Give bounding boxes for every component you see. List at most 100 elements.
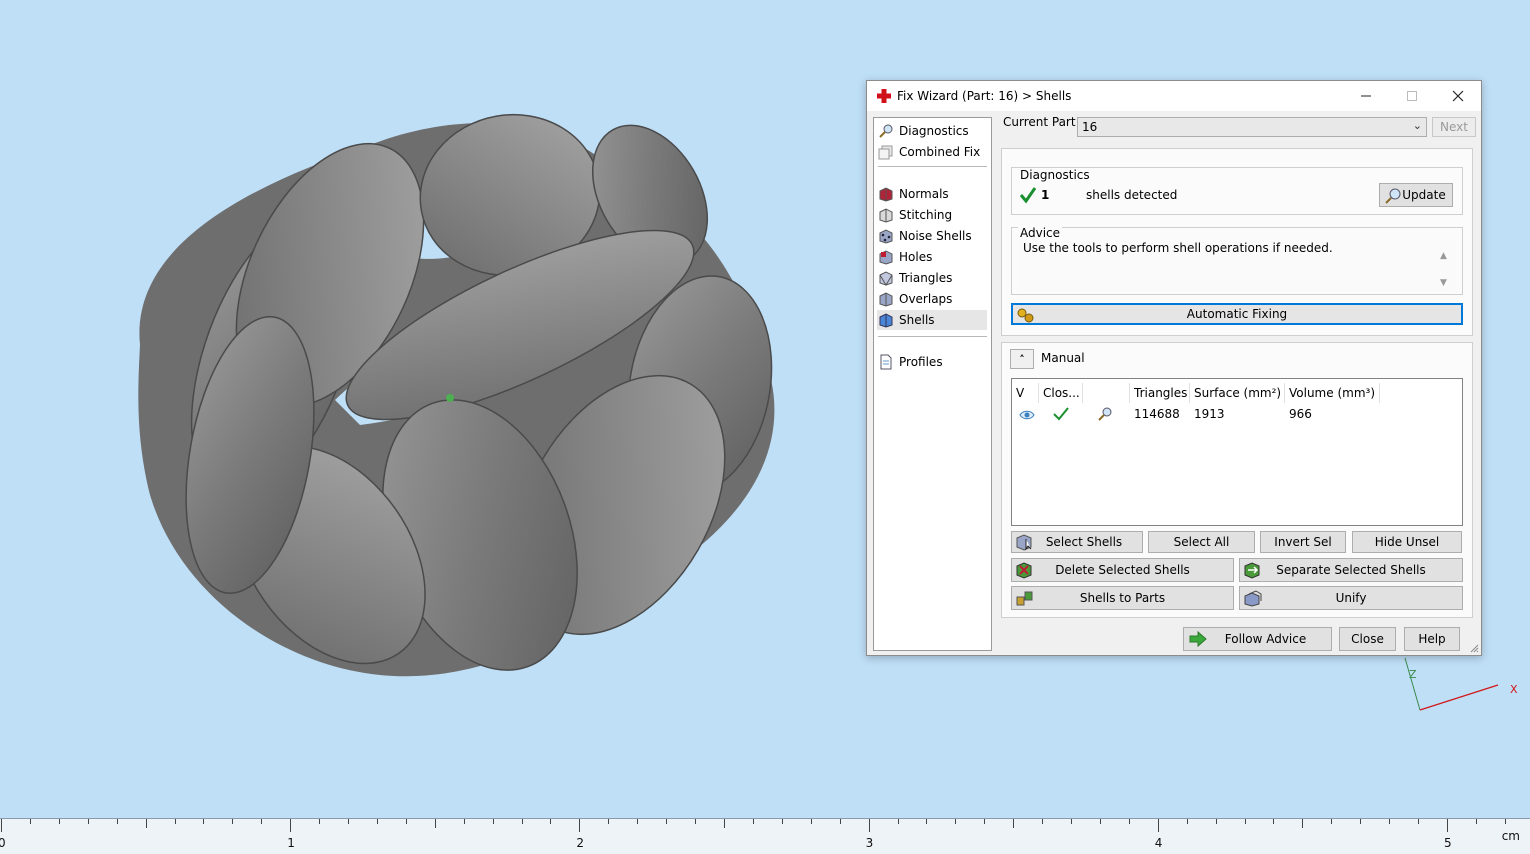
automatic-fixing-label: Automatic Fixing — [1186, 307, 1288, 321]
nav-item-shells[interactable]: Shells — [877, 310, 987, 330]
help-button[interactable]: Help — [1404, 627, 1460, 651]
ruler-tick — [839, 819, 841, 824]
col-header-volume[interactable]: Volume (mm³) — [1285, 383, 1380, 403]
nav-label: Normals — [899, 187, 949, 201]
select-all-button[interactable]: Select All — [1148, 531, 1255, 553]
fix-wizard-dialog: Fix Wizard (Part: 16) > Shells Diagnosti… — [866, 80, 1482, 656]
cell-triangles: 114688 — [1134, 407, 1180, 421]
nav-item-noise-shells[interactable]: Noise Shells — [877, 226, 987, 246]
ruler-label: 2 — [576, 836, 585, 850]
eye-icon[interactable] — [1019, 406, 1035, 424]
nav-item-stitching[interactable]: Stitching — [877, 205, 987, 225]
resize-grip-icon[interactable] — [1469, 643, 1479, 653]
ruler-tick — [203, 819, 205, 824]
nav-item-normals[interactable]: Normals — [877, 184, 987, 204]
automatic-fixing-button[interactable]: Automatic Fixing — [1011, 303, 1463, 325]
chevron-up-icon: ˄ — [1019, 352, 1025, 366]
ruler-tick — [58, 819, 60, 824]
col-header-closed[interactable]: Clos... — [1039, 383, 1083, 403]
col-header-triangles[interactable]: Triangles — [1130, 383, 1190, 403]
ring-model[interactable] — [100, 95, 790, 695]
follow-advice-label: Follow Advice — [1224, 632, 1307, 646]
ruler-tick — [1389, 819, 1391, 824]
shells-to-parts-button[interactable]: Shells to Parts — [1011, 586, 1234, 610]
check-icon — [1019, 187, 1037, 204]
ruler-tick — [1360, 819, 1362, 824]
select-shells-button[interactable]: Select Shells — [1011, 531, 1143, 553]
nav-label: Noise Shells — [899, 229, 972, 243]
nav-item-overlaps[interactable]: Overlaps — [877, 289, 987, 309]
ruler-tick — [145, 819, 147, 828]
close-window-button[interactable] — [1435, 81, 1481, 111]
ruler-tick — [405, 819, 407, 824]
invert-sel-button[interactable]: Invert Sel — [1260, 531, 1346, 553]
axis-triad: X Z — [1404, 657, 1518, 711]
ruler-tick — [724, 819, 725, 828]
col-header-surface[interactable]: Surface (mm²) — [1190, 383, 1285, 403]
select-shells-icon — [1016, 534, 1032, 551]
ruler-tick — [290, 819, 292, 832]
shells-table[interactable]: V Clos... Triangles Surface (mm²) Volume… — [1011, 378, 1463, 526]
nav-separator — [878, 166, 987, 167]
ruler-tick — [116, 819, 118, 824]
ruler-tick — [376, 819, 378, 824]
current-part-select[interactable]: 16 ⌄ — [1077, 117, 1427, 137]
profiles-icon — [877, 353, 895, 371]
maximize-button[interactable] — [1389, 81, 1435, 111]
col-header-v[interactable]: V — [1012, 383, 1039, 403]
nav-label: Diagnostics — [899, 124, 969, 138]
unify-button[interactable]: Unify — [1239, 586, 1463, 610]
close-button[interactable]: Close — [1339, 627, 1396, 651]
hide-unsel-button[interactable]: Hide Unsel — [1352, 531, 1462, 553]
shells-icon — [877, 311, 895, 329]
nav-label: Combined Fix — [899, 145, 981, 159]
col-header-blank[interactable] — [1083, 383, 1130, 403]
ruler-tick — [1504, 819, 1506, 824]
ruler-tick — [1215, 819, 1217, 824]
update-button[interactable]: Update — [1379, 183, 1453, 207]
chevron-down-icon: ⌄ — [1412, 119, 1422, 132]
ruler-tick — [1273, 819, 1275, 824]
wizard-nav: Diagnostics Combined Fix Normals Stitchi… — [873, 117, 992, 651]
magnifier-icon — [1385, 188, 1401, 204]
ruler-label: 4 — [1154, 836, 1163, 850]
nav-item-combined-fix[interactable]: Combined Fix — [877, 142, 987, 162]
scroll-up-icon[interactable]: ▲ — [1440, 243, 1478, 270]
minimize-button[interactable] — [1343, 81, 1389, 111]
scroll-down-icon[interactable]: ▼ — [1440, 270, 1478, 297]
ruler-tick — [87, 819, 89, 824]
ruler-tick — [1099, 819, 1101, 824]
nav-label: Profiles — [899, 355, 943, 369]
delete-selected-shells-button[interactable]: Delete Selected Shells — [1011, 558, 1234, 582]
magnifier-icon[interactable] — [1096, 405, 1114, 423]
ruler-tick — [695, 819, 697, 824]
title-bar[interactable]: Fix Wizard (Part: 16) > Shells — [867, 81, 1481, 111]
advice-scrollbar[interactable]: ▲ ▼ — [1440, 243, 1478, 297]
shells-detected-text: shells detected — [1086, 188, 1178, 202]
collapse-manual-button[interactable]: ˄ — [1010, 349, 1034, 369]
nav-item-diagnostics[interactable]: Diagnostics — [877, 121, 987, 141]
nav-item-profiles[interactable]: Profiles — [877, 352, 987, 372]
ruler-tick — [955, 819, 957, 824]
separate-selected-shells-button[interactable]: Separate Selected Shells — [1239, 558, 1463, 582]
ruler-label: 1 — [287, 836, 295, 850]
normals-icon — [877, 185, 895, 203]
nav-label: Overlaps — [899, 292, 953, 306]
next-button[interactable]: Next — [1432, 117, 1476, 137]
nav-label: Holes — [899, 250, 933, 264]
unify-icon — [1244, 590, 1262, 607]
separate-selected-shells-label: Separate Selected Shells — [1276, 563, 1426, 577]
follow-advice-button[interactable]: Follow Advice — [1183, 627, 1332, 651]
axis-x-label: X — [1510, 683, 1518, 696]
red-cross-icon — [877, 89, 891, 103]
ruler-tick — [1475, 819, 1477, 824]
ruler-tick — [810, 819, 812, 824]
nav-item-triangles[interactable]: Triangles — [877, 268, 987, 288]
nav-separator — [878, 336, 987, 337]
ruler-tick — [261, 819, 263, 824]
ruler-tick — [492, 819, 494, 824]
ruler-tick — [1244, 819, 1246, 824]
arrow-right-icon — [1189, 630, 1207, 648]
bottom-ruler: 0 1 2 3 4 5 cm — [0, 818, 1530, 854]
nav-item-holes[interactable]: Holes — [877, 247, 987, 267]
